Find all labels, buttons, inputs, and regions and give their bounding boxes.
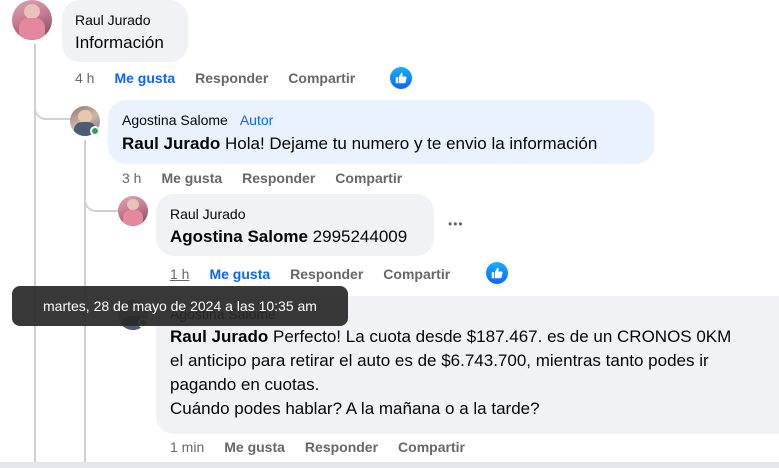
comment-timestamp[interactable]: 3 h	[122, 170, 141, 186]
thread-connector	[34, 92, 72, 120]
comment-text-line: Cuándo podes hablar? A la mañana o a la …	[170, 399, 540, 418]
comment-text-line: Perfecto! La cuota desde $187.467. es de…	[272, 327, 732, 346]
comment-author[interactable]: Raul Jurado	[75, 11, 175, 29]
comment-bubble: Raul Jurado Información	[62, 0, 188, 62]
like-button[interactable]: Me gusta	[224, 439, 285, 455]
comment-timestamp[interactable]: 1 h	[170, 266, 189, 282]
comment-actions: 4 h Me gusta Responder Compartir	[75, 70, 375, 86]
comment-text-line: pagando en cuotas.	[170, 375, 320, 394]
thread-connector	[84, 190, 118, 212]
mention-link[interactable]: Agostina Salome	[170, 227, 308, 246]
timestamp-tooltip: martes, 28 de mayo de 2024 a las 10:35 a…	[12, 286, 348, 326]
comment-bubble: Raul Jurado Agostina Salome 2995244009	[156, 194, 434, 256]
comment-timestamp[interactable]: 1 min	[170, 439, 204, 455]
comment-bubble: Agostina Salome Autor Raul Jurado Hola! D…	[108, 100, 654, 164]
share-button[interactable]: Compartir	[288, 70, 355, 86]
reply-button[interactable]: Responder	[195, 70, 268, 86]
like-reaction-icon[interactable]	[390, 67, 412, 89]
comment-text-body: 2995244009	[312, 227, 408, 246]
comment-text: Agostina Salome 2995244009	[170, 225, 420, 249]
share-button[interactable]: Compartir	[398, 439, 465, 455]
comment-author[interactable]: Raul Jurado	[170, 205, 420, 223]
comment-timestamp[interactable]: 4 h	[75, 70, 94, 86]
mention-link[interactable]: Raul Jurado	[170, 327, 268, 346]
comment-text: Información	[75, 33, 164, 52]
avatar[interactable]	[12, 0, 52, 40]
scroll-divider	[0, 462, 779, 468]
share-button[interactable]: Compartir	[383, 266, 450, 282]
comment-actions: 3 h Me gusta Responder Compartir	[122, 170, 422, 186]
reply-button[interactable]: Responder	[305, 439, 378, 455]
like-button[interactable]: Me gusta	[161, 170, 222, 186]
author-badge: Autor	[239, 112, 274, 128]
like-reaction-icon[interactable]	[486, 262, 508, 284]
online-status-dot	[90, 126, 100, 136]
more-options-button[interactable]: •••	[448, 218, 464, 230]
like-button[interactable]: Me gusta	[114, 70, 175, 86]
comment-actions: 1 min Me gusta Responder Compartir	[170, 439, 485, 455]
comment-text: Raul Jurado Perfecto! La cuota desde $18…	[170, 325, 765, 421]
comment-author[interactable]: Agostina Salome	[122, 112, 228, 128]
reply-button[interactable]: Responder	[290, 266, 363, 282]
comment-text: Raul Jurado Hola! Dejame tu numero y te …	[122, 132, 640, 156]
comment-text-body: Hola! Dejame tu numero y te envio la inf…	[224, 134, 598, 153]
share-button[interactable]: Compartir	[335, 170, 402, 186]
comment-text-line: el anticipo para retirar el auto es de $…	[170, 351, 709, 370]
avatar[interactable]	[118, 196, 148, 226]
reply-button[interactable]: Responder	[242, 170, 315, 186]
comment-actions: 1 h Me gusta Responder Compartir	[170, 266, 470, 282]
mention-link[interactable]: Raul Jurado	[122, 134, 220, 153]
like-button[interactable]: Me gusta	[209, 266, 270, 282]
